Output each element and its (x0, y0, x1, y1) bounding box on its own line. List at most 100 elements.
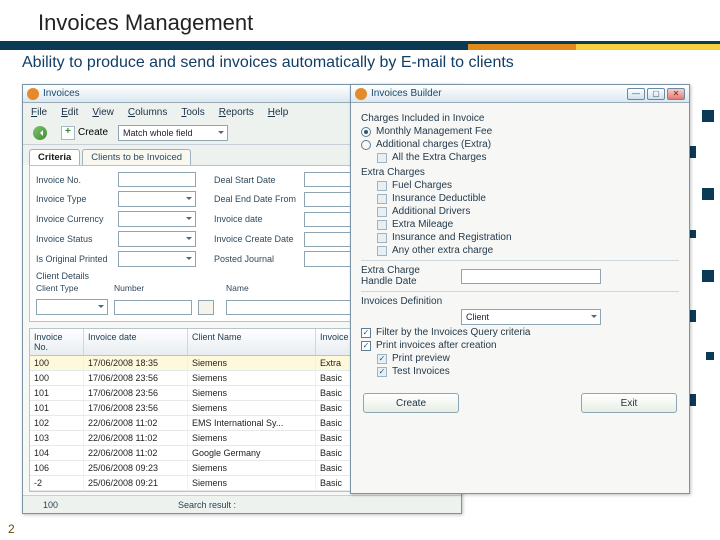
chk-test-invoices[interactable]: Test Invoices (377, 366, 679, 377)
menu-edit[interactable]: Edit (61, 107, 78, 118)
status-count: 100 (43, 500, 58, 510)
chk-label: Any other extra charge (392, 245, 493, 256)
chk-print-preview[interactable]: Print preview (377, 353, 679, 364)
menu-tools[interactable]: Tools (181, 107, 204, 118)
chk-label: Insurance and Registration (392, 232, 512, 243)
radio-icon (361, 140, 371, 150)
close-button[interactable]: ✕ (667, 88, 685, 100)
lbl-printed: Is Original Printed (36, 254, 118, 264)
chk-filter-query[interactable]: Filter by the Invoices Query criteria (361, 327, 679, 338)
lbl-handle-date: Extra Charge Handle Date (361, 265, 453, 287)
accent-bar (0, 44, 720, 50)
chk-label: Fuel Charges (392, 180, 452, 191)
lbl-client-type: Client Type (36, 283, 108, 293)
new-icon (61, 126, 75, 140)
chk-extra-item[interactable]: Additional Drivers (377, 206, 679, 217)
chk-label: Test Invoices (392, 366, 450, 377)
invoices-title: Invoices (43, 88, 80, 99)
lbl-currency: Invoice Currency (36, 214, 118, 224)
chk-label: Print preview (392, 353, 450, 364)
chk-extra-item[interactable]: Any other extra charge (377, 245, 679, 256)
col-invoice-no[interactable]: Invoice No. (30, 329, 84, 355)
lbl-invoice-no: Invoice No. (36, 175, 118, 185)
builder-create-button[interactable]: Create (363, 393, 459, 413)
maximize-button[interactable]: ▢ (647, 88, 665, 100)
lbl-deal-end: Deal End Date From (214, 194, 304, 204)
builder-titlebar[interactable]: Invoices Builder — ▢ ✕ (351, 85, 689, 103)
input-client-number[interactable] (114, 300, 192, 315)
lbl-status: Invoice Status (36, 234, 118, 244)
checkbox-icon (361, 341, 371, 351)
lbl-invoice-type: Invoice Type (36, 194, 118, 204)
menu-help[interactable]: Help (268, 107, 289, 118)
menu-file[interactable]: File (31, 107, 47, 118)
app-icon (27, 88, 39, 100)
input-invoice-no[interactable] (118, 172, 196, 187)
radio-additional[interactable]: Additional charges (Extra) (361, 139, 679, 150)
combo-value: Client (466, 312, 489, 322)
radio-icon (361, 127, 371, 137)
app-icon (355, 88, 367, 100)
col-client-name[interactable]: Client Name (188, 329, 316, 355)
checkbox-icon (377, 181, 387, 191)
back-button[interactable] (29, 125, 51, 141)
checkbox-icon (377, 220, 387, 230)
lookup-client[interactable] (198, 300, 214, 315)
tab-clients[interactable]: Clients to be Invoiced (82, 149, 191, 165)
input-status[interactable] (118, 231, 196, 247)
input-currency[interactable] (118, 211, 196, 227)
col-invoice-date[interactable]: Invoice date (84, 329, 188, 355)
builder-exit-button[interactable]: Exit (581, 393, 677, 413)
lbl-create-date: Invoice Create Date (214, 234, 304, 244)
chk-label: All the Extra Charges (392, 152, 487, 163)
chk-extra-item[interactable]: Insurance and Registration (377, 232, 679, 243)
create-label: Create (78, 127, 108, 138)
menu-view[interactable]: View (92, 107, 114, 118)
checkbox-icon (377, 153, 387, 163)
input-handle-date[interactable] (461, 269, 601, 284)
chk-label: Print invoices after creation (376, 340, 497, 351)
checkbox-icon (377, 354, 387, 364)
chk-print-after[interactable]: Print invoices after creation (361, 340, 679, 351)
checkbox-icon (377, 367, 387, 377)
lbl-charges-included: Charges Included in Invoice (361, 113, 679, 124)
input-invoice-type[interactable] (118, 191, 196, 207)
lbl-inv-def: Invoices Definition (361, 296, 679, 307)
builder-window: Invoices Builder — ▢ ✕ Charges Included … (350, 84, 690, 494)
menu-reports[interactable]: Reports (219, 107, 254, 118)
chk-label: Extra Mileage (392, 219, 453, 230)
lbl-extra-charges: Extra Charges (361, 167, 679, 178)
match-field-combo[interactable]: Match whole field (118, 125, 228, 141)
lbl-invoice-date: Invoice date (214, 214, 304, 224)
back-icon (33, 126, 47, 140)
chk-label: Additional Drivers (392, 206, 470, 217)
status-label: Search result : (178, 500, 236, 510)
minimize-button[interactable]: — (627, 88, 645, 100)
checkbox-icon (377, 233, 387, 243)
checkbox-icon (377, 246, 387, 256)
checkbox-icon (377, 194, 387, 204)
lbl-posted: Posted Journal (214, 254, 304, 264)
menu-columns[interactable]: Columns (128, 107, 167, 118)
chk-extra-item[interactable]: Extra Mileage (377, 219, 679, 230)
status-bar: 100 Search result : (23, 495, 461, 513)
chk-label: Filter by the Invoices Query criteria (376, 327, 531, 338)
radio-monthly-fee[interactable]: Monthly Management Fee (361, 126, 679, 137)
slide-title: Invoices Management (0, 0, 720, 44)
input-client-type[interactable] (36, 299, 108, 315)
radio-label: Additional charges (Extra) (376, 139, 491, 150)
create-button[interactable]: Create (57, 125, 112, 141)
tab-criteria[interactable]: Criteria (29, 149, 80, 165)
lbl-client-number: Number (114, 283, 192, 293)
chk-all-extra[interactable]: All the Extra Charges (377, 152, 679, 163)
chk-extra-item[interactable]: Insurance Deductible (377, 193, 679, 204)
page-number: 2 (8, 522, 15, 536)
lbl-deal-start: Deal Start Date (214, 175, 304, 185)
radio-label: Monthly Management Fee (376, 126, 492, 137)
checkbox-icon (377, 207, 387, 217)
combo-inv-def[interactable]: Client (461, 309, 601, 325)
builder-title: Invoices Builder (371, 88, 442, 99)
input-printed[interactable] (118, 251, 196, 267)
chk-extra-item[interactable]: Fuel Charges (377, 180, 679, 191)
chk-label: Insurance Deductible (392, 193, 486, 204)
